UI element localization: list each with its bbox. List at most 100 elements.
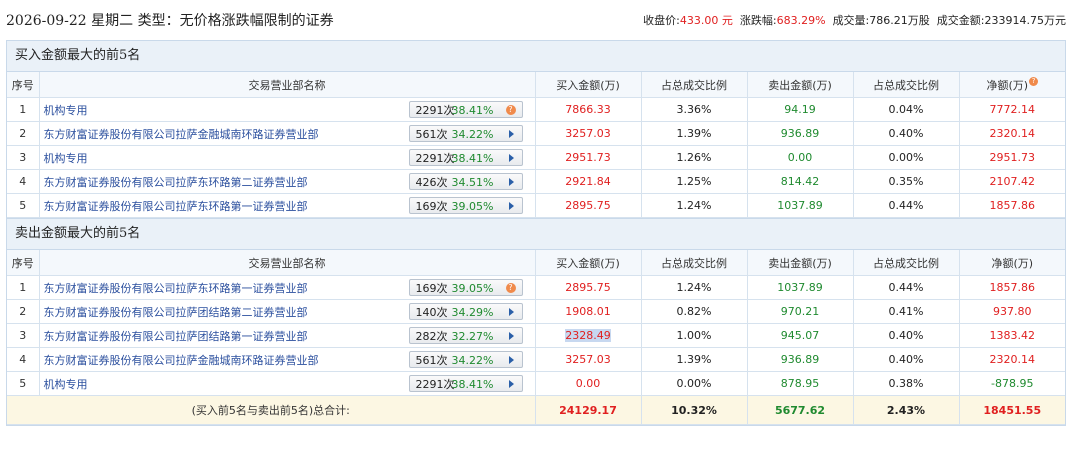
- buy-amount: 3257.03: [535, 121, 642, 146]
- buy-amount: 2921.84: [535, 169, 642, 194]
- play-arrow-icon: [508, 356, 514, 364]
- buy-section-title: 买入金额最大的前5名: [7, 41, 1065, 72]
- history-stats-button[interactable]: 2291次 38.41%: [408, 149, 523, 166]
- buy-amount: 2895.75: [535, 193, 642, 218]
- sell-ratio: 0.40%: [853, 121, 960, 146]
- appearance-count: 426次: [415, 176, 448, 189]
- table-row: 5 东方财富证券股份有限公司拉萨东环路第一证券营业部 169次 39.05% 2895.…: [7, 193, 1065, 218]
- table-row: 4 东方财富证券股份有限公司拉萨金融城南环路证券营业部 561次 34.22% 3257…: [7, 347, 1065, 372]
- history-stats-button[interactable]: 561次 34.22%: [408, 125, 523, 142]
- volume-value: 786.21万股: [869, 14, 930, 27]
- dept-cell: 东方财富证券股份有限公司拉萨团结路第二证券营业部 140次 34.29%: [39, 299, 536, 324]
- total-sell: 5677.62: [747, 395, 854, 425]
- dragon-tiger-panel: 买入金额最大的前5名 序号 交易营业部名称 买入金额(万) 占总成交比例 卖出金…: [6, 40, 1066, 426]
- buy-ratio: 0.82%: [641, 299, 748, 324]
- table-row: 1 东方财富证券股份有限公司拉萨东环路第一证券营业部 169次 39.05%? 2895…: [7, 275, 1065, 300]
- appearance-count: 2291次: [415, 378, 455, 391]
- buy-table-header: 序号 交易营业部名称 买入金额(万) 占总成交比例 卖出金额(万) 占总成交比例…: [7, 72, 1065, 98]
- col-buy-ratio: 占总成交比例: [641, 250, 748, 276]
- play-arrow-icon: [508, 154, 514, 162]
- play-arrow-icon: [508, 332, 514, 340]
- net-amount: 2320.14: [959, 121, 1065, 146]
- history-stats-button[interactable]: 282次 32.27%: [408, 327, 523, 344]
- sell-ratio: 0.44%: [853, 193, 960, 218]
- buy-amount: 0.00: [535, 371, 642, 396]
- buy-ratio: 1.24%: [641, 193, 748, 218]
- help-icon[interactable]: ?: [505, 105, 516, 115]
- buy-ratio: 0.00%: [641, 371, 748, 396]
- dept-cell: 东方财富证券股份有限公司拉萨金融城南环路证券营业部 561次 34.22%: [39, 121, 536, 146]
- appearance-count: 169次: [415, 200, 448, 213]
- success-rate: 34.22%: [451, 128, 494, 141]
- col-sell-ratio: 占总成交比例: [853, 72, 960, 98]
- dept-cell: 东方财富证券股份有限公司拉萨东环路第一证券营业部 169次 39.05%?: [39, 275, 536, 300]
- success-rate: 34.51%: [451, 176, 494, 189]
- appearance-count: 561次: [415, 128, 448, 141]
- col-dept: 交易营业部名称: [39, 72, 536, 98]
- col-net: 净额(万)?: [959, 72, 1065, 98]
- total-buy-ratio: 10.32%: [641, 395, 748, 425]
- success-rate: 38.41%: [451, 152, 494, 165]
- total-label: (买入前5名与卖出前5名)总合计:: [7, 395, 536, 425]
- history-stats-button[interactable]: 169次 39.05%: [408, 197, 523, 214]
- success-rate: 32.27%: [451, 330, 494, 343]
- row-index: 1: [7, 97, 40, 122]
- play-arrow-icon: [508, 202, 514, 210]
- net-amount: 7772.14: [959, 97, 1065, 122]
- total-net: 18451.55: [959, 395, 1065, 425]
- table-row: 5 机构专用 2291次 38.41% 0.00 0.00% 878.95 0.38% -878…: [7, 371, 1065, 396]
- sell-amount: 0.00: [747, 145, 854, 170]
- buy-amount: 2951.73: [535, 145, 642, 170]
- history-stats-button[interactable]: 2291次 38.41%?: [408, 101, 523, 118]
- col-index: 序号: [7, 250, 40, 276]
- sell-table-header: 序号 交易营业部名称 买入金额(万) 占总成交比例 卖出金额(万) 占总成交比例…: [7, 250, 1065, 276]
- play-arrow-icon: [508, 130, 514, 138]
- net-amount: 1857.86: [959, 193, 1065, 218]
- sell-amount: 936.89: [747, 121, 854, 146]
- sell-amount: 945.07: [747, 323, 854, 348]
- history-stats-button[interactable]: 140次 34.29%: [408, 303, 523, 320]
- row-index: 2: [7, 299, 40, 324]
- sell-amount: 1037.89: [747, 275, 854, 300]
- total-row: (买入前5名与卖出前5名)总合计: 24129.17 10.32% 5677.6…: [7, 395, 1065, 425]
- col-buy: 买入金额(万): [535, 72, 642, 98]
- table-row: 2 东方财富证券股份有限公司拉萨金融城南环路证券营业部 561次 34.22% 3257…: [7, 121, 1065, 146]
- sell-amount: 970.21: [747, 299, 854, 324]
- help-icon[interactable]: ?: [505, 283, 516, 293]
- row-index: 4: [7, 169, 40, 194]
- sell-amount: 878.95: [747, 371, 854, 396]
- sell-section-title: 卖出金额最大的前5名: [7, 218, 1065, 250]
- success-rate: 34.29%: [451, 306, 494, 319]
- history-stats-button[interactable]: 426次 34.51%: [408, 173, 523, 190]
- net-amount: 2951.73: [959, 145, 1065, 170]
- history-stats-button[interactable]: 169次 39.05%?: [408, 279, 523, 296]
- row-index: 4: [7, 347, 40, 372]
- appearance-count: 282次: [415, 330, 448, 343]
- sell-amount: 936.89: [747, 347, 854, 372]
- net-amount: 937.80: [959, 299, 1065, 324]
- net-amount: 1857.86: [959, 275, 1065, 300]
- buy-ratio: 1.00%: [641, 323, 748, 348]
- dept-cell: 机构专用 2291次 38.41%: [39, 371, 536, 396]
- success-rate: 38.41%: [451, 104, 494, 117]
- col-sell: 卖出金额(万): [747, 72, 854, 98]
- buy-amount: 1908.01: [535, 299, 642, 324]
- sell-ratio: 0.40%: [853, 323, 960, 348]
- history-stats-button[interactable]: 561次 34.22%: [408, 351, 523, 368]
- history-stats-button[interactable]: 2291次 38.41%: [408, 375, 523, 392]
- sell-amount: 1037.89: [747, 193, 854, 218]
- help-icon[interactable]: ?: [1029, 76, 1039, 86]
- buy-amount: 3257.03: [535, 347, 642, 372]
- dept-cell: 机构专用 2291次 38.41%?: [39, 97, 536, 122]
- play-arrow-icon: [508, 380, 514, 388]
- row-index: 3: [7, 323, 40, 348]
- success-rate: 39.05%: [451, 200, 494, 213]
- table-row: 3 机构专用 2291次 38.41% 2951.73 1.26% 0.00 0.00% 295…: [7, 145, 1065, 170]
- page-title: 2026-09-22 星期二 类型：无价格涨跌幅限制的证券: [6, 13, 334, 29]
- col-net: 净额(万): [959, 250, 1065, 276]
- success-rate: 34.22%: [451, 354, 494, 367]
- sell-amount: 94.19: [747, 97, 854, 122]
- dept-cell: 东方财富证券股份有限公司拉萨团结路第一证券营业部 282次 32.27%: [39, 323, 536, 348]
- buy-ratio: 1.39%: [641, 347, 748, 372]
- net-amount: 2320.14: [959, 347, 1065, 372]
